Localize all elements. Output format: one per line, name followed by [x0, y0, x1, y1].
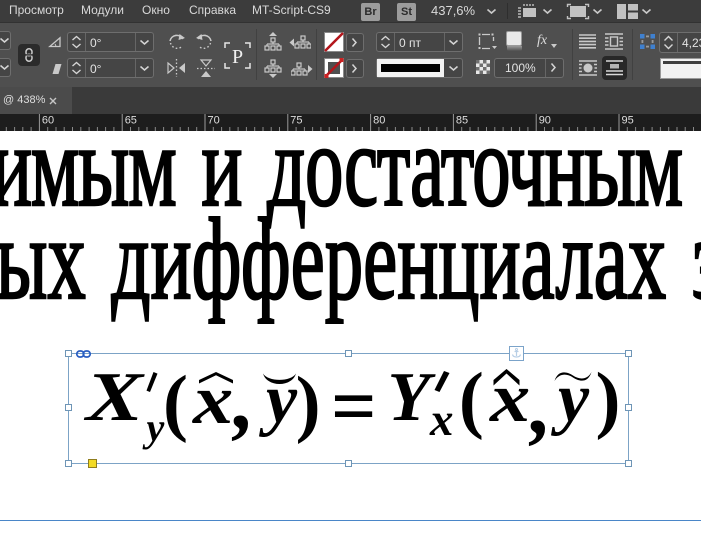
svg-text:P: P: [232, 46, 243, 68]
svg-text:70: 70: [208, 115, 220, 127]
svg-text:75: 75: [290, 115, 302, 127]
svg-text:85: 85: [456, 115, 468, 127]
svg-text:60: 60: [42, 115, 54, 127]
svg-text:95: 95: [622, 115, 634, 127]
svg-text:80: 80: [373, 115, 385, 127]
svg-text:90: 90: [539, 115, 551, 127]
svg-text:65: 65: [125, 115, 137, 127]
